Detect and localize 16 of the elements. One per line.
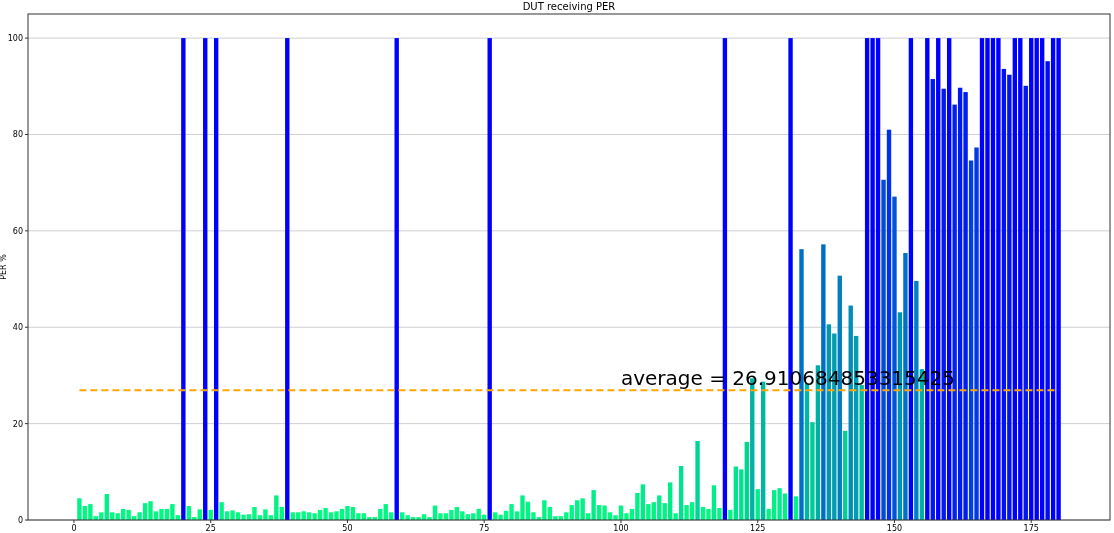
tick-label: 125 [750, 524, 766, 533]
tick-label: 40 [12, 323, 23, 333]
tick-label: 80 [12, 130, 23, 140]
tick-label: 175 [1023, 524, 1039, 533]
tick-label: 0 [17, 516, 23, 525]
tick-label: 60 [12, 226, 23, 236]
tick-label: 100 [7, 34, 23, 44]
tick-label: 20 [12, 419, 23, 429]
chart-title: DUT receiving PER [522, 1, 616, 12]
tick-label: 100 [613, 524, 629, 533]
tick-label: 25 [205, 524, 216, 533]
axis-label: PER % [0, 254, 8, 280]
tick-label: 0 [71, 524, 77, 533]
tick-label: 150 [886, 524, 903, 533]
tick-label: 75 [479, 524, 490, 533]
tick-label: 50 [342, 524, 353, 533]
